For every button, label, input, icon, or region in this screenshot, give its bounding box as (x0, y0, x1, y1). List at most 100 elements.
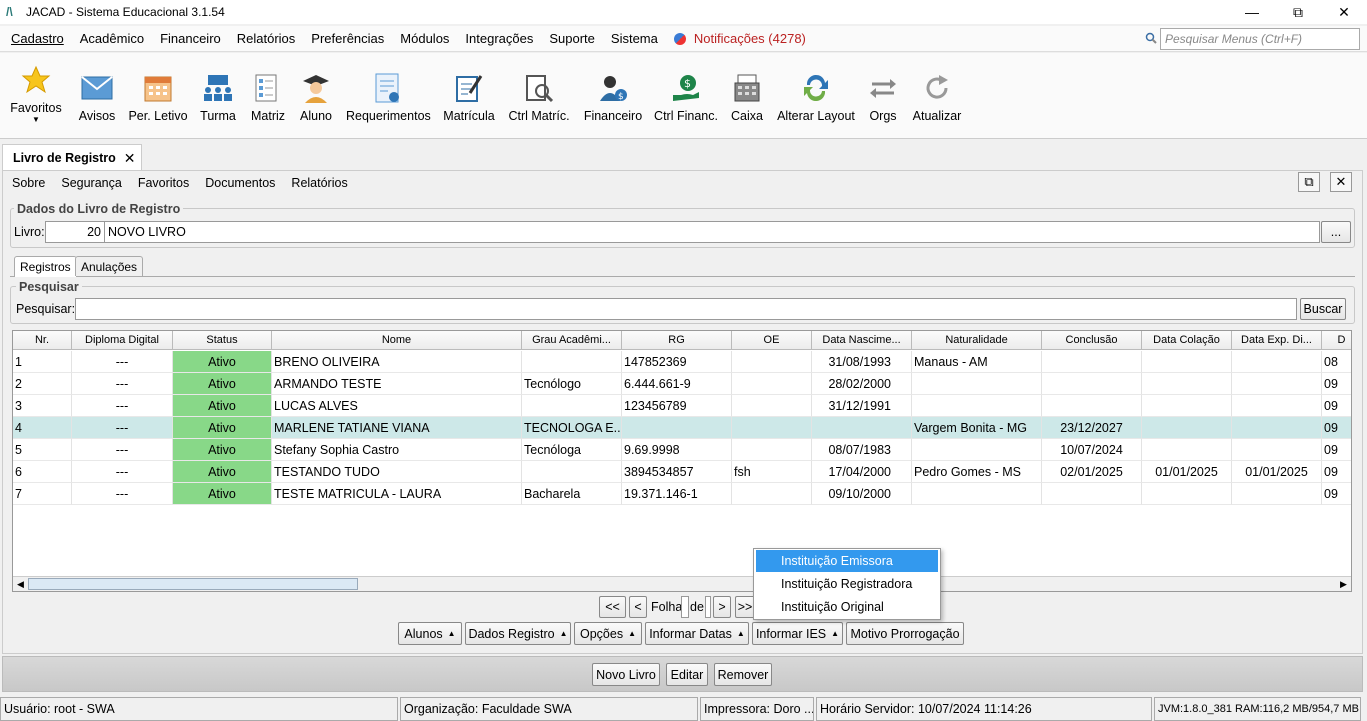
tab-anulacoes[interactable]: Anulações (75, 256, 144, 276)
editar-button[interactable]: Editar (666, 663, 708, 686)
restore-button[interactable]: ⧉ (1275, 0, 1321, 24)
col-naturalidade[interactable]: Naturalidade (912, 331, 1042, 350)
cell-nome: ARMANDO TESTE (272, 373, 522, 395)
browse-livro-button[interactable]: ... (1321, 221, 1351, 243)
last-page-button[interactable]: >> (735, 596, 755, 618)
menu-cadastro[interactable]: Cadastro (3, 31, 72, 46)
submenu-relatorios[interactable]: Relatórios (283, 176, 355, 190)
aluno-button[interactable]: Aluno (296, 71, 336, 123)
table-row[interactable]: 4 --- Ativo MARLENE TATIANE VIANA TECNOLOGA … (13, 417, 1351, 439)
menu-item-instituicao-original[interactable]: Instituição Original (756, 596, 938, 618)
favoritos-button[interactable]: Favoritos ▼ (10, 63, 62, 124)
cell-nome: TESTANDO TUDO (272, 461, 522, 483)
scroll-right-icon[interactable]: ▶ (1336, 577, 1351, 591)
col-data-colacao[interactable]: Data Colação (1142, 331, 1232, 350)
menu-integracoes[interactable]: Integrações (457, 31, 541, 46)
toolbar: Favoritos ▼ Avisos Per. Letivo Turma Mat… (0, 53, 1367, 139)
table-row[interactable]: 7 --- Ativo TESTE MATRICULA - LAURA Bacharel… (13, 483, 1351, 505)
cell-conclusao (1042, 395, 1142, 417)
alunos-button[interactable]: Alunos ▲ (398, 622, 462, 645)
page-input[interactable] (681, 596, 689, 618)
tab-registros[interactable]: Registros (14, 256, 77, 277)
col-oe[interactable]: OE (732, 331, 812, 350)
notifications-link[interactable]: Notificações (4278) (673, 31, 806, 46)
matriz-button[interactable]: Matriz (248, 71, 288, 123)
table-row[interactable]: 6 --- Ativo TESTANDO TUDO 3894534857 fsh 17/04… (13, 461, 1351, 483)
col-rg[interactable]: RG (622, 331, 732, 350)
next-page-button[interactable]: > (713, 596, 731, 618)
search-menus-input[interactable]: Pesquisar Menus (Ctrl+F) (1160, 28, 1360, 50)
informar-datas-button[interactable]: Informar Datas ▲ (645, 622, 749, 645)
menu-financeiro[interactable]: Financeiro (152, 31, 229, 46)
menu-relatorios[interactable]: Relatórios (229, 31, 304, 46)
caixa-label: Caixa (731, 109, 763, 123)
col-nome[interactable]: Nome (272, 331, 522, 350)
matricula-button[interactable]: Matrícula (442, 71, 496, 123)
novo-livro-button[interactable]: Novo Livro (592, 663, 660, 686)
scroll-thumb[interactable] (28, 578, 358, 590)
financeiro-button[interactable]: $ Financeiro (582, 71, 644, 123)
cell-conclusao (1042, 373, 1142, 395)
requerimentos-button[interactable]: Requerimentos (346, 71, 431, 123)
first-page-button[interactable]: << (599, 596, 626, 618)
popout-button[interactable]: ⧉ (1298, 172, 1320, 192)
menu-academico[interactable]: Acadêmico (72, 31, 152, 46)
ctrl-financ-label: Ctrl Financ. (654, 109, 718, 123)
tab-livro-de-registro[interactable]: Livro de Registro ✕ (2, 144, 142, 171)
menu-preferencias[interactable]: Preferências (303, 31, 392, 46)
col-grau-academico[interactable]: Grau Acadêmi... (522, 331, 622, 350)
col-data-nascimento[interactable]: Data Nascime... (812, 331, 912, 350)
col-nr[interactable]: Nr. (13, 331, 72, 350)
scroll-left-icon[interactable]: ◀ (13, 577, 28, 591)
cell-data-nascimento: 28/02/2000 (812, 373, 912, 395)
submenu-documentos[interactable]: Documentos (197, 176, 283, 190)
livro-name-field[interactable]: NOVO LIVRO (104, 221, 1320, 243)
prev-page-button[interactable]: < (629, 596, 647, 618)
submenu-sobre[interactable]: Sobre (4, 176, 53, 190)
table-row[interactable]: 1 --- Ativo BRENO OLIVEIRA 147852369 31/08/19… (13, 351, 1351, 373)
atualizar-button[interactable]: Atualizar (912, 71, 962, 123)
col-d[interactable]: D (1322, 331, 1351, 350)
close-panel-button[interactable]: ✕ (1330, 172, 1352, 192)
ctrl-matric-button[interactable]: Ctrl Matríc. (507, 71, 571, 123)
ctrl-financ-button[interactable]: $ Ctrl Financ. (654, 71, 718, 123)
close-window-button[interactable]: ✕ (1321, 0, 1367, 24)
notification-icon (673, 32, 686, 45)
col-data-expedicao[interactable]: Data Exp. Di... (1232, 331, 1322, 350)
orgs-button[interactable]: Orgs (866, 71, 900, 123)
submenu-seguranca[interactable]: Segurança (53, 176, 129, 190)
menu-modulos[interactable]: Módulos (392, 31, 457, 46)
pesquisar-input[interactable] (75, 298, 1297, 320)
informar-ies-button[interactable]: Informar IES ▲ (752, 622, 843, 645)
remover-button[interactable]: Remover (714, 663, 772, 686)
dados-registro-button[interactable]: Dados Registro ▲ (465, 622, 571, 645)
menu-sistema[interactable]: Sistema (603, 31, 666, 46)
status-horario: Horário Servidor: 10/07/2024 11:14:26 (816, 697, 1152, 721)
caixa-button[interactable]: Caixa (728, 71, 766, 123)
horizontal-scrollbar[interactable]: ◀ ▶ (13, 576, 1351, 591)
submenu-favoritos[interactable]: Favoritos (130, 176, 197, 190)
motivo-prorrogacao-button[interactable]: Motivo Prorrogação (846, 622, 964, 645)
alterar-layout-button[interactable]: Alterar Layout (776, 71, 856, 123)
minimize-button[interactable]: — (1229, 0, 1275, 24)
opcoes-button[interactable]: Opções ▲ (574, 622, 642, 645)
cell-data-expedicao (1232, 483, 1322, 505)
menu-item-instituicao-emissora[interactable]: Instituição Emissora (756, 550, 938, 572)
table-row[interactable]: 5 --- Ativo Stefany Sophia Castro Tecnóloga 9… (13, 439, 1351, 461)
turma-button[interactable]: Turma (197, 71, 239, 123)
menu-item-instituicao-registradora[interactable]: Instituição Registradora (756, 573, 938, 595)
avisos-button[interactable]: Avisos (75, 71, 119, 123)
col-diploma-digital[interactable]: Diploma Digital (72, 331, 173, 350)
table-row[interactable]: 3 --- Ativo LUCAS ALVES 123456789 31/12/1991 0… (13, 395, 1351, 417)
cell-data-expedicao (1232, 373, 1322, 395)
buscar-button[interactable]: Buscar (1300, 298, 1346, 320)
folha-label: Folha (651, 600, 683, 614)
table-row[interactable]: 2 --- Ativo ARMANDO TESTE Tecnólogo 6.444.661… (13, 373, 1351, 395)
col-status[interactable]: Status (173, 331, 272, 350)
col-conclusao[interactable]: Conclusão (1042, 331, 1142, 350)
per-letivo-button[interactable]: Per. Letivo (128, 71, 188, 123)
livro-number-field[interactable]: 20 (45, 221, 105, 243)
menu-suporte[interactable]: Suporte (541, 31, 603, 46)
close-tab-icon[interactable]: ✕ (124, 150, 136, 167)
calendar-icon (141, 71, 175, 105)
